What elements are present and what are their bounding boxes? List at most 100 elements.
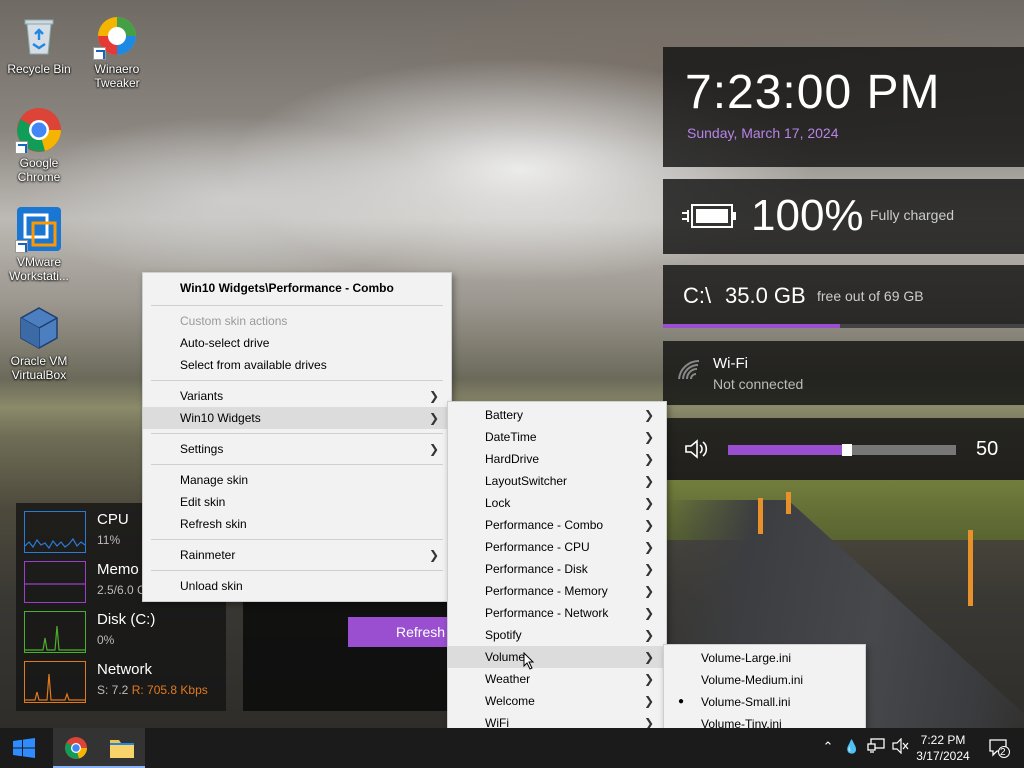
menu-label: Battery: [485, 408, 524, 422]
submenu-item-welcome[interactable]: Welcome ❯: [448, 690, 666, 712]
water-drop-icon[interactable]: 💧: [843, 738, 861, 756]
chevron-right-icon: ❯: [428, 442, 439, 456]
desktop-icon-label: Oracle VM VirtualBox: [10, 354, 68, 382]
menu-auto-select-drive[interactable]: Auto-select drive: [143, 332, 451, 354]
submenu-item-performance-memory[interactable]: Performance - Memory ❯: [448, 580, 666, 602]
menu-rainmeter[interactable]: Rainmeter ❯: [143, 544, 451, 566]
submenu-item-spotify[interactable]: Spotify ❯: [448, 624, 666, 646]
notification-center-icon[interactable]: 2: [988, 738, 1010, 758]
chevron-right-icon: ❯: [428, 411, 439, 425]
win10-widgets-submenu: Battery ❯ DateTime ❯ HardDrive ❯ LayoutSwit…: [447, 401, 667, 737]
submenu-item-battery[interactable]: Battery ❯: [448, 404, 666, 426]
wifi-name: Wi-Fi: [713, 355, 748, 372]
menu-label: Performance - Disk: [485, 562, 588, 576]
menu-label: Win10 Widgets: [180, 411, 261, 425]
menu-label: Rainmeter: [180, 548, 236, 562]
perf-name: CPU: [97, 511, 129, 528]
desktop-icon-label: Winaero Tweaker: [94, 62, 140, 90]
perf-value: 11%: [97, 533, 121, 547]
menu-separator: [151, 433, 443, 434]
variant-item-small[interactable]: ● Volume-Small.ini: [664, 691, 865, 713]
volume-widget[interactable]: 50: [663, 418, 1024, 480]
submenu-item-datetime[interactable]: DateTime ❯: [448, 426, 666, 448]
shortcut-arrow-icon: [15, 141, 28, 154]
wifi-widget[interactable]: Wi-Fi Not connected: [663, 341, 1024, 405]
submenu-item-performance-disk[interactable]: Performance - Disk ❯: [448, 558, 666, 580]
disk-graph: [24, 611, 86, 653]
desktop-icon-label: Google Chrome: [17, 156, 61, 184]
wifi-status: Not connected: [713, 376, 804, 392]
desktop-icon-recycle-bin[interactable]: Recycle Bin: [1, 12, 77, 76]
drive-usage-bar: [663, 324, 1024, 328]
vmware-icon: [15, 205, 63, 253]
submenu-item-lock[interactable]: Lock ❯: [448, 492, 666, 514]
start-button[interactable]: [0, 728, 48, 768]
clock-widget[interactable]: 7:23:00 PM Sunday, March 17, 2024: [663, 47, 1024, 167]
taskbar-chrome-button[interactable]: [53, 728, 99, 768]
submenu-item-performance-cpu[interactable]: Performance - CPU ❯: [448, 536, 666, 558]
variant-item-large[interactable]: Volume-Large.ini: [664, 647, 865, 669]
chevron-right-icon: ❯: [643, 474, 654, 488]
submenu-item-weather[interactable]: Weather ❯: [448, 668, 666, 690]
file-explorer-icon: [110, 740, 134, 758]
perf-row-network: Network S: 7.2 R: 705.8 Kbps: [24, 657, 224, 703]
menu-separator: [151, 570, 443, 571]
menu-edit-skin[interactable]: Edit skin: [143, 491, 451, 513]
chevron-right-icon: ❯: [643, 540, 654, 554]
taskbar: ⌃ 💧 7:22 PM 3/17/2024 2: [0, 728, 1024, 768]
chevron-right-icon: ❯: [643, 584, 654, 598]
taskbar-file-explorer-button[interactable]: [99, 728, 145, 768]
chevron-right-icon: ❯: [643, 452, 654, 466]
menu-manage-skin[interactable]: Manage skin: [143, 469, 451, 491]
drive-widget[interactable]: C:\ 35.0 GB free out of 69 GB: [663, 265, 1024, 328]
wallpaper-pole: [786, 492, 791, 514]
menu-header[interactable]: Win10 Widgets\Performance - Combo: [143, 275, 451, 301]
desktop-icon-google-chrome[interactable]: Google Chrome: [1, 106, 77, 184]
wallpaper-pole: [968, 530, 973, 606]
menu-select-drives[interactable]: Select from available drives: [143, 354, 451, 376]
chevron-right-icon: ❯: [643, 672, 654, 686]
submenu-item-performance-combo[interactable]: Performance - Combo ❯: [448, 514, 666, 536]
memory-graph: [24, 561, 86, 603]
menu-label: Spotify: [485, 628, 522, 642]
network-send: S: 7.2: [97, 683, 129, 697]
volume-slider-fill: [728, 445, 842, 455]
chevron-right-icon: ❯: [643, 650, 654, 664]
submenu-item-harddrive[interactable]: HardDrive ❯: [448, 448, 666, 470]
menu-label: LayoutSwitcher: [485, 474, 568, 488]
chevron-right-icon: ❯: [643, 496, 654, 510]
perf-name: Network: [97, 661, 153, 678]
battery-widget[interactable]: 100% Fully charged: [663, 179, 1024, 254]
menu-label: Volume-Small.ini: [701, 695, 791, 709]
volume-slider[interactable]: [728, 444, 956, 456]
variant-item-medium[interactable]: Volume-Medium.ini: [664, 669, 865, 691]
menu-refresh-skin[interactable]: Refresh skin: [143, 513, 451, 535]
desktop-icon-vmware[interactable]: VMware Workstati...: [1, 205, 77, 283]
menu-unload-skin[interactable]: Unload skin: [143, 575, 451, 597]
taskbar-date: 3/17/2024: [916, 749, 970, 763]
chevron-up-icon[interactable]: ⌃: [819, 738, 837, 756]
chevron-right-icon: ❯: [643, 562, 654, 576]
drive-usage-fill: [663, 324, 840, 328]
network-icon[interactable]: [867, 738, 885, 756]
menu-variants[interactable]: Variants ❯: [143, 385, 451, 407]
volume-slider-knob[interactable]: [842, 444, 852, 456]
chevron-right-icon: ❯: [428, 389, 439, 403]
submenu-item-layoutswitcher[interactable]: LayoutSwitcher ❯: [448, 470, 666, 492]
desktop-icon-virtualbox[interactable]: Oracle VM VirtualBox: [1, 304, 77, 382]
volume-variants-submenu: Volume-Large.ini Volume-Medium.ini ● Volu…: [663, 644, 866, 738]
start-icon: [13, 738, 35, 758]
submenu-item-performance-network[interactable]: Performance - Network ❯: [448, 602, 666, 624]
menu-settings[interactable]: Settings ❯: [143, 438, 451, 460]
menu-label: DateTime: [485, 430, 537, 444]
submenu-item-volume[interactable]: Volume ❯: [448, 646, 666, 670]
desktop-icon-winaero-tweaker[interactable]: Winaero Tweaker: [79, 12, 155, 90]
drive-free-label: free out of 69 GB: [817, 288, 924, 304]
menu-win10-widgets[interactable]: Win10 Widgets ❯: [143, 407, 451, 429]
network-receive: R: 705.8 Kbps: [131, 683, 208, 697]
menu-label: Settings: [180, 442, 224, 456]
refresh-button[interactable]: Refresh: [348, 617, 458, 647]
speaker-icon[interactable]: [684, 438, 710, 463]
taskbar-clock[interactable]: 7:22 PM 3/17/2024: [900, 732, 986, 764]
desktop-icon-label: Recycle Bin: [7, 62, 71, 76]
